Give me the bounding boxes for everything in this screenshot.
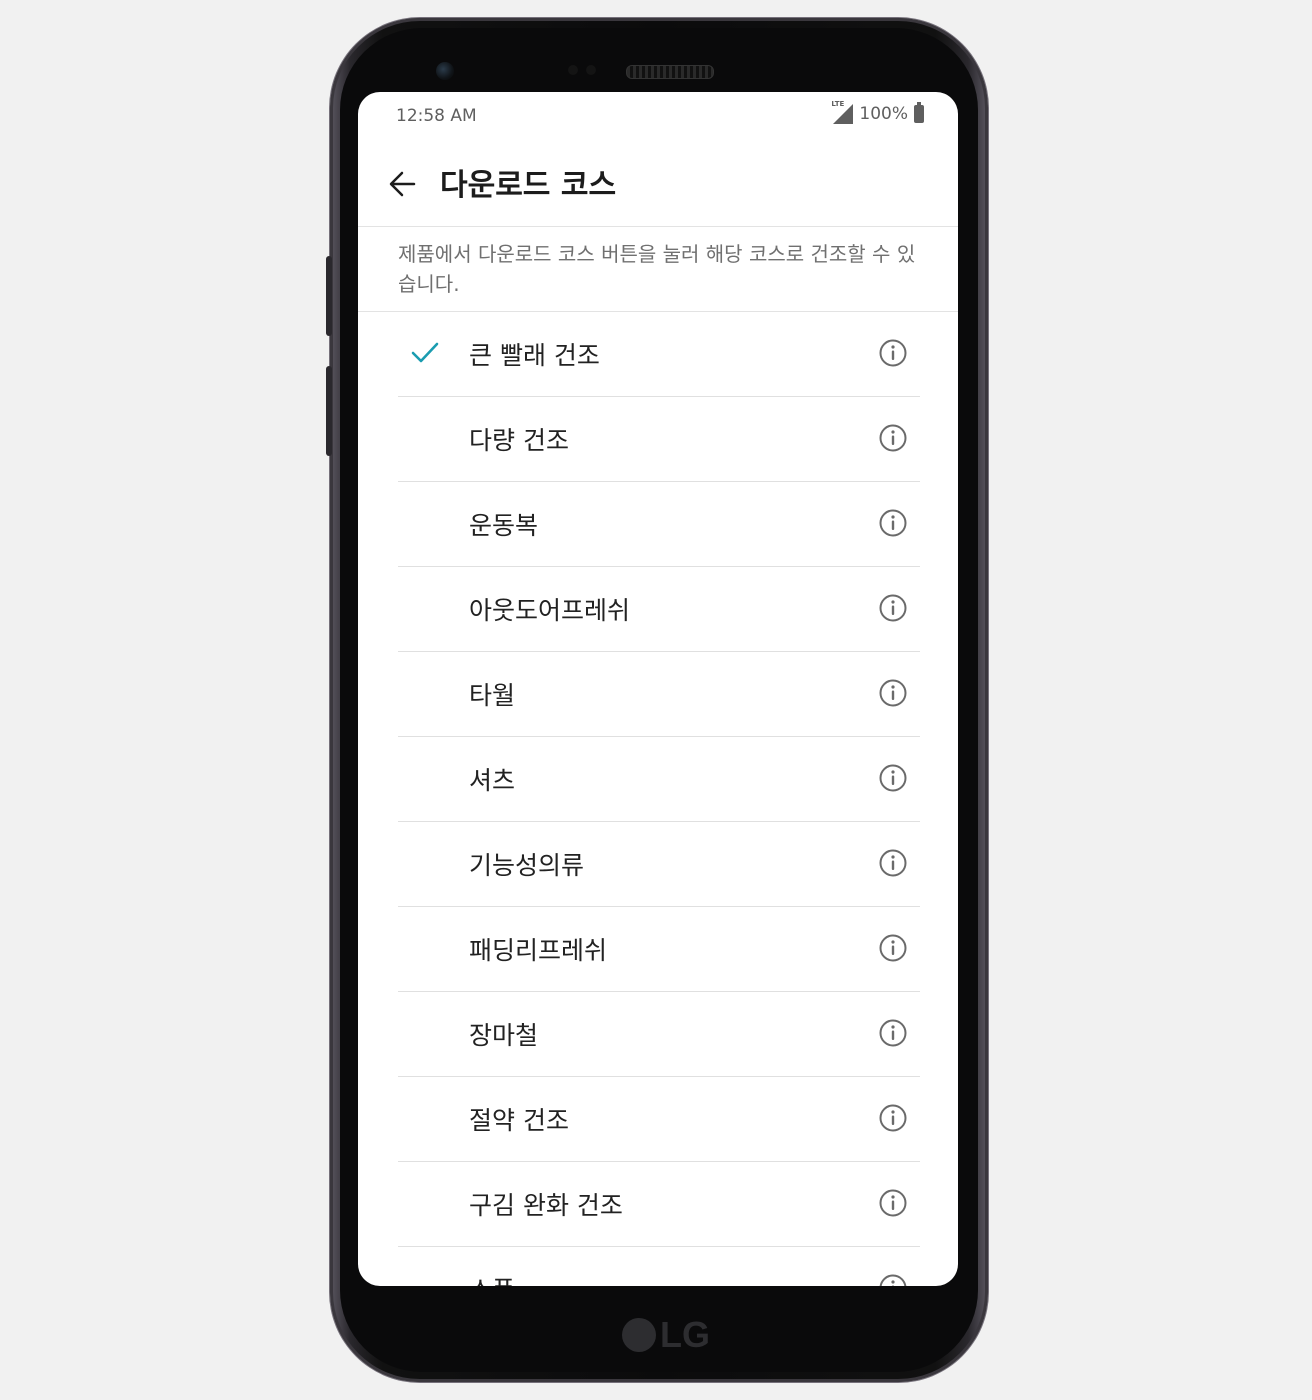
info-icon[interactable] <box>878 1018 908 1048</box>
network-type-label: LTE <box>831 100 845 108</box>
page-title: 다운로드 코스 <box>440 168 617 203</box>
info-icon[interactable] <box>878 1103 908 1133</box>
course-item[interactable]: 타월 <box>398 652 920 737</box>
course-item[interactable]: 셔츠 <box>398 737 920 822</box>
course-label: 기능성의류 <box>469 851 585 880</box>
front-camera-icon <box>436 62 454 80</box>
info-icon[interactable] <box>878 933 908 963</box>
info-icon[interactable] <box>878 1273 908 1286</box>
app-bar: 다운로드 코스 <box>358 140 958 227</box>
checkmark-icon <box>411 342 439 363</box>
proximity-sensor-icon <box>568 65 578 75</box>
battery-percent: 100% <box>859 104 908 124</box>
lg-logo-text: LG <box>660 1314 710 1355</box>
course-item[interactable]: 큰 빨래 건조 <box>398 312 920 397</box>
earpiece-speaker <box>626 65 714 79</box>
course-list: 큰 빨래 건조다량 건조운동복아웃도어프레쉬타월셔츠기능성의류패딩리프레쉬장마철… <box>358 312 958 1286</box>
course-item[interactable]: 기능성의류 <box>398 822 920 907</box>
status-bar: 12:58 AM LTE 100% <box>358 92 958 140</box>
info-icon[interactable] <box>878 763 908 793</box>
course-item[interactable]: 소품 <box>398 1247 920 1286</box>
arrow-left-icon <box>389 171 416 197</box>
info-icon[interactable] <box>878 678 908 708</box>
course-label: 소품 <box>469 1271 515 1286</box>
course-label: 장마철 <box>469 1021 539 1050</box>
back-button[interactable] <box>384 164 424 204</box>
screen: 12:58 AM LTE 100% 다운로드 코스 제품에서 다운로드 코스 버… <box>358 92 958 1286</box>
course-label: 아웃도어프레쉬 <box>469 596 631 625</box>
info-icon[interactable] <box>878 338 908 368</box>
light-sensor-icon <box>586 65 596 75</box>
course-item[interactable]: 패딩리프레쉬 <box>398 907 920 992</box>
info-icon[interactable] <box>878 593 908 623</box>
course-item[interactable]: 아웃도어프레쉬 <box>398 567 920 652</box>
course-item[interactable]: 운동복 <box>398 482 920 567</box>
course-label: 구김 완화 건조 <box>469 1191 623 1220</box>
course-label: 셔츠 <box>469 766 516 795</box>
lg-logo-icon <box>622 1318 656 1352</box>
info-icon[interactable] <box>878 848 908 878</box>
course-item[interactable]: 절약 건조 <box>398 1077 920 1162</box>
course-label: 패딩리프레쉬 <box>469 936 608 965</box>
status-indicators: LTE 100% <box>831 100 924 124</box>
course-item[interactable]: 구김 완화 건조 <box>398 1162 920 1247</box>
battery-icon <box>914 102 924 123</box>
course-item[interactable]: 장마철 <box>398 992 920 1077</box>
course-label: 타월 <box>469 681 516 710</box>
course-label: 운동복 <box>469 511 539 540</box>
volume-up-button <box>326 256 332 336</box>
info-icon[interactable] <box>878 423 908 453</box>
course-item[interactable]: 다량 건조 <box>398 397 920 482</box>
status-time: 12:58 AM <box>396 106 477 126</box>
course-label: 큰 빨래 건조 <box>469 341 600 370</box>
lg-logo: LG <box>622 1314 710 1355</box>
course-label: 다량 건조 <box>469 426 569 455</box>
course-label: 절약 건조 <box>469 1106 569 1135</box>
volume-down-button <box>326 366 332 456</box>
info-icon[interactable] <box>878 508 908 538</box>
info-icon[interactable] <box>878 1188 908 1218</box>
signal-icon: LTE <box>831 100 854 124</box>
description-text: 제품에서 다운로드 코스 버튼을 눌러 해당 코스로 건조할 수 있습니다. <box>358 227 958 312</box>
